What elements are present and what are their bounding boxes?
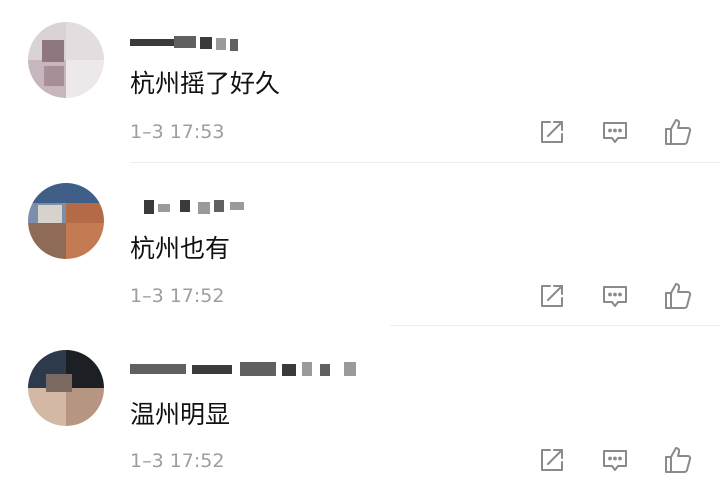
username-block — [216, 38, 226, 50]
avatar-pixel — [46, 374, 72, 392]
username-block — [180, 200, 190, 212]
comment-actions — [530, 116, 700, 148]
comment-icon — [603, 450, 627, 471]
share-icon — [541, 449, 563, 471]
like-icon — [665, 119, 692, 145]
username-block — [230, 202, 244, 210]
username-block — [198, 202, 210, 214]
username-block — [282, 364, 296, 376]
username-block — [344, 362, 356, 376]
avatar[interactable] — [28, 22, 104, 98]
divider — [130, 162, 720, 163]
like-button[interactable] — [662, 280, 694, 312]
username-block — [230, 39, 238, 51]
username-block — [158, 204, 170, 212]
comment-time: 1–3 17:53 — [130, 121, 225, 143]
comment-text: 杭州摇了好久 — [130, 69, 281, 98]
comment-text: 温州明显 — [130, 400, 231, 429]
comment-actions — [530, 280, 700, 312]
like-icon — [665, 283, 692, 309]
avatar-pixel — [28, 388, 66, 426]
comment-time: 1–3 17:52 — [130, 285, 225, 307]
username-block — [144, 200, 154, 214]
comment-button[interactable] — [599, 280, 631, 312]
avatar[interactable] — [28, 350, 104, 426]
avatar-pixel — [66, 22, 104, 60]
divider — [390, 325, 720, 326]
comment-text: 杭州也有 — [130, 234, 231, 263]
like-icon — [665, 447, 692, 473]
avatar-pixel — [38, 205, 62, 223]
like-button[interactable] — [662, 116, 694, 148]
comment-time: 1–3 17:52 — [130, 450, 225, 472]
share-button[interactable] — [536, 116, 568, 148]
username-block — [200, 37, 212, 49]
avatar-pixel — [66, 203, 104, 223]
username-block — [130, 364, 186, 374]
like-button[interactable] — [662, 444, 694, 476]
comment-actions — [530, 444, 700, 476]
avatar-pixel — [66, 60, 104, 98]
share-icon — [541, 285, 563, 307]
share-button[interactable] — [536, 444, 568, 476]
username-block — [130, 39, 174, 46]
avatar-pixel — [42, 40, 64, 62]
username-block — [192, 365, 232, 374]
username-block — [240, 362, 276, 376]
share-icon — [541, 121, 563, 143]
comment-icon — [603, 286, 627, 307]
avatar-pixel — [66, 223, 104, 259]
username-block — [214, 200, 224, 212]
avatar-pixel — [28, 183, 104, 203]
comment-button[interactable] — [599, 116, 631, 148]
avatar-pixel — [44, 66, 64, 86]
comment-button[interactable] — [599, 444, 631, 476]
share-button[interactable] — [536, 280, 568, 312]
avatar-pixel — [66, 388, 104, 426]
comment-icon — [603, 122, 627, 143]
username-block — [320, 364, 330, 376]
username-block — [302, 362, 312, 376]
avatar[interactable] — [28, 183, 104, 259]
avatar-pixel — [28, 223, 66, 259]
username-block — [174, 36, 196, 48]
